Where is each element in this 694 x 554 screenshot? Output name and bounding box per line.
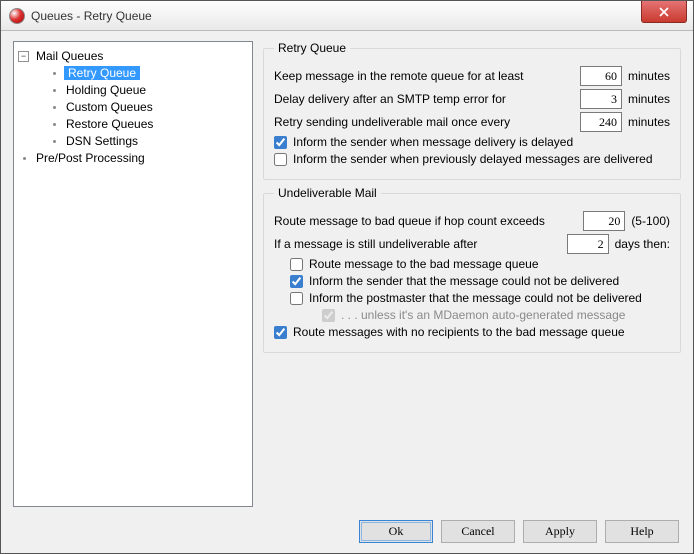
unless-auto-checkbox: [322, 309, 335, 322]
inform-prev-checkbox[interactable]: [274, 153, 287, 166]
titlebar: Queues - Retry Queue: [1, 1, 693, 31]
window-title: Queues - Retry Queue: [31, 9, 641, 23]
unit-label: minutes: [628, 92, 670, 106]
unit-label: minutes: [628, 115, 670, 129]
inform-postmaster-checkbox[interactable]: [290, 292, 303, 305]
inform-sender-checkbox[interactable]: [290, 275, 303, 288]
inform-postmaster-label: Inform the postmaster that the message c…: [309, 291, 642, 305]
hop-count-input[interactable]: [583, 211, 625, 231]
tree-node-custom-queues[interactable]: Custom Queues: [48, 99, 248, 116]
cancel-button[interactable]: Cancel: [441, 520, 515, 543]
tree-label: DSN Settings: [64, 134, 140, 148]
tree-label: Retry Queue: [64, 66, 140, 80]
undeliverable-group: Undeliverable Mail Route message to bad …: [263, 186, 681, 353]
tree-node-pre-post[interactable]: Pre/Post Processing: [18, 150, 248, 167]
delay-label: Delay delivery after an SMTP temp error …: [274, 92, 506, 106]
tree-label: Holding Queue: [64, 83, 148, 97]
dialog-window: Queues - Retry Queue − Mail Queues Retry…: [0, 0, 694, 554]
days-unit-label: days then:: [615, 237, 670, 251]
tree-label: Restore Queues: [64, 117, 155, 131]
unit-label: minutes: [628, 69, 670, 83]
close-button[interactable]: [641, 1, 687, 23]
group-legend: Undeliverable Mail: [274, 186, 381, 200]
hop-range-label: (5-100): [631, 214, 670, 228]
settings-pane: Retry Queue Keep message in the remote q…: [263, 41, 681, 507]
ok-button[interactable]: Ok: [359, 520, 433, 543]
keep-label: Keep message in the remote queue for at …: [274, 69, 524, 83]
tree-node-mail-queues[interactable]: − Mail Queues Retry Queue Holding Queue …: [18, 48, 248, 150]
hop-label: Route message to bad queue if hop count …: [274, 214, 545, 228]
tree-dot-icon: [53, 106, 56, 109]
inform-delay-label: Inform the sender when message delivery …: [293, 135, 573, 149]
route-bad-checkbox[interactable]: [290, 258, 303, 271]
tree-node-restore-queues[interactable]: Restore Queues: [48, 116, 248, 133]
tree-dot-icon: [23, 157, 26, 160]
days-label: If a message is still undeliverable afte…: [274, 237, 477, 251]
help-button[interactable]: Help: [605, 520, 679, 543]
tree-node-retry-queue[interactable]: Retry Queue: [48, 65, 248, 82]
delay-minutes-input[interactable]: [580, 89, 622, 109]
apply-button[interactable]: Apply: [523, 520, 597, 543]
tree-dot-icon: [53, 123, 56, 126]
group-legend: Retry Queue: [274, 41, 350, 55]
keep-minutes-input[interactable]: [580, 66, 622, 86]
route-bad-label: Route message to the bad message queue: [309, 257, 539, 271]
tree-node-holding-queue[interactable]: Holding Queue: [48, 82, 248, 99]
retry-every-label: Retry sending undeliverable mail once ev…: [274, 115, 510, 129]
inform-prev-label: Inform the sender when previously delaye…: [293, 152, 653, 166]
tree-pane: − Mail Queues Retry Queue Holding Queue …: [13, 41, 253, 507]
days-input[interactable]: [567, 234, 609, 254]
collapse-icon[interactable]: −: [18, 51, 29, 62]
unless-auto-label: . . . unless it's an MDaemon auto-genera…: [341, 308, 625, 322]
tree-dot-icon: [53, 72, 56, 75]
button-bar: Ok Cancel Apply Help: [1, 509, 693, 553]
inform-sender-label: Inform the sender that the message could…: [309, 274, 619, 288]
tree-dot-icon: [53, 89, 56, 92]
tree-node-dsn-settings[interactable]: DSN Settings: [48, 133, 248, 150]
app-icon: [9, 8, 25, 24]
route-norecip-checkbox[interactable]: [274, 326, 287, 339]
close-icon: [659, 7, 669, 17]
tree-dot-icon: [53, 140, 56, 143]
tree-label: Custom Queues: [64, 100, 155, 114]
inform-delay-checkbox[interactable]: [274, 136, 287, 149]
retry-minutes-input[interactable]: [580, 112, 622, 132]
retry-queue-group: Retry Queue Keep message in the remote q…: [263, 41, 681, 180]
tree-label: Mail Queues: [34, 49, 105, 63]
tree-label: Pre/Post Processing: [34, 151, 147, 165]
route-norecip-label: Route messages with no recipients to the…: [293, 325, 625, 339]
